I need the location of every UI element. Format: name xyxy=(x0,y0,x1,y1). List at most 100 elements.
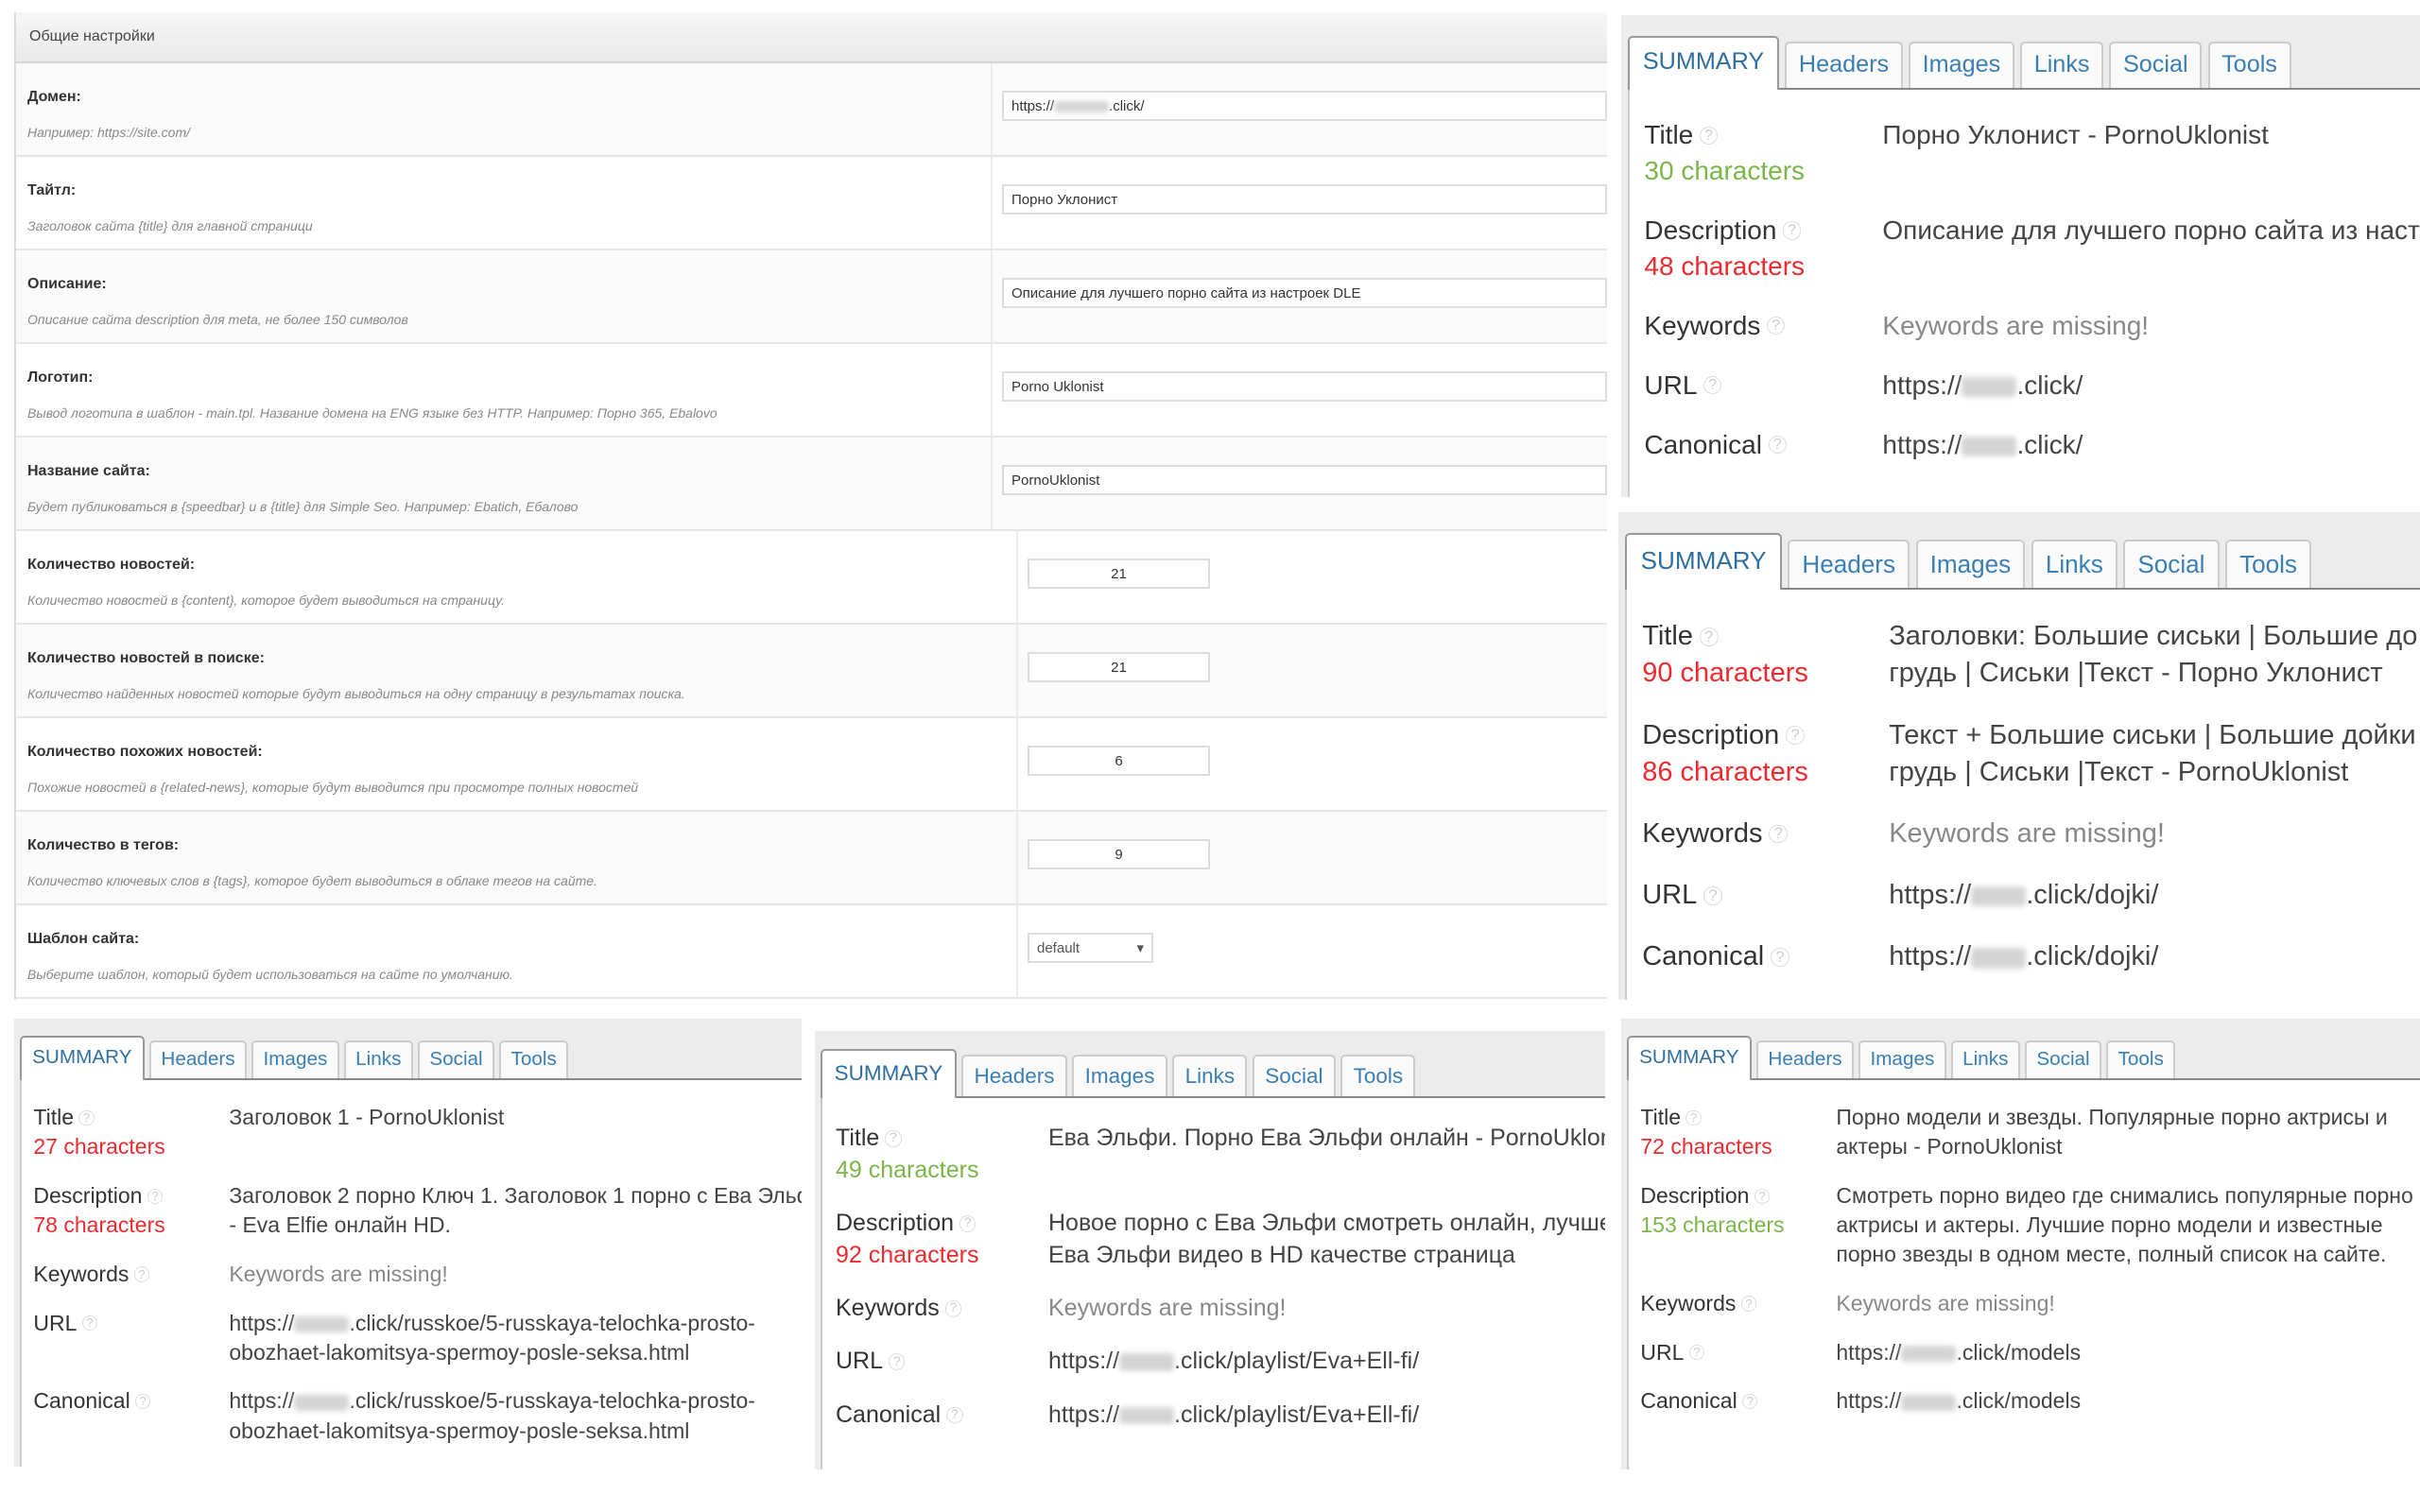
url-prefix: https:// xyxy=(1889,880,1972,911)
row-value: https:// .click/models xyxy=(1836,1386,2420,1416)
tab-social[interactable]: Social xyxy=(2024,1040,2102,1079)
question-circle-icon[interactable]: ? xyxy=(1766,317,1786,335)
tab-images[interactable]: Images xyxy=(1909,42,2014,88)
tab-links[interactable]: Links xyxy=(1172,1055,1248,1096)
question-circle-icon[interactable]: ? xyxy=(1699,126,1719,145)
question-circle-icon[interactable]: ? xyxy=(1685,1109,1702,1125)
question-circle-icon[interactable]: ? xyxy=(81,1315,98,1332)
url-value[interactable]: https:// .click/ xyxy=(1882,368,2420,404)
tab-social[interactable]: Social xyxy=(417,1040,495,1079)
text-input[interactable]: PornoUklonist xyxy=(1002,465,1607,495)
question-circle-icon[interactable]: ? xyxy=(946,1406,963,1424)
question-circle-icon[interactable]: ? xyxy=(1688,1345,1705,1361)
question-circle-icon[interactable]: ? xyxy=(135,1393,151,1410)
number-input[interactable]: 9 xyxy=(1028,839,1210,869)
redacted-domain xyxy=(1119,1353,1175,1372)
tab-headers[interactable]: Headers xyxy=(1788,540,1910,588)
tab-headers[interactable]: Headers xyxy=(1785,42,1903,88)
question-circle-icon[interactable]: ? xyxy=(885,1130,902,1147)
tab-summary[interactable]: SUMMARY xyxy=(1625,533,1782,590)
tab-social[interactable]: Social xyxy=(2123,540,2220,588)
url-value[interactable]: https:// .click/russkoe/5-russkaya-teloch… xyxy=(229,1309,802,1338)
question-circle-icon[interactable]: ? xyxy=(78,1109,95,1125)
tab-images[interactable]: Images xyxy=(251,1040,339,1079)
tab-summary[interactable]: SUMMARY xyxy=(821,1049,957,1098)
canonical-value[interactable]: https:// .click/playlist/Eva+Ell-fi/ xyxy=(1048,1400,1605,1432)
tab-social[interactable]: Social xyxy=(1252,1055,1336,1096)
question-circle-icon[interactable]: ? xyxy=(1768,436,1787,455)
canonical-value[interactable]: https:// .click/russkoe/5-russkaya-teloch… xyxy=(229,1386,802,1416)
keywords-missing-text: Keywords are missing! xyxy=(1889,817,2165,849)
tab-tools[interactable]: Tools xyxy=(1340,1055,1416,1096)
redacted-domain xyxy=(1901,1346,1957,1363)
question-circle-icon[interactable]: ? xyxy=(888,1353,906,1370)
setting-label: Описание: xyxy=(27,276,107,292)
text-input[interactable]: Порно Уклонист xyxy=(1002,184,1607,215)
tab-tools[interactable]: Tools xyxy=(2225,540,2312,588)
tab-links[interactable]: Links xyxy=(343,1040,413,1079)
tab-images[interactable]: Images xyxy=(1858,1040,1946,1079)
url-value[interactable]: https:// .click/playlist/Eva+Ell-fi/ xyxy=(1048,1346,1605,1378)
tab-links[interactable]: Links xyxy=(2031,540,2118,588)
question-circle-icon[interactable]: ? xyxy=(1699,627,1719,646)
keywords-missing-text: Keywords are missing! xyxy=(1836,1290,2055,1315)
text-input[interactable]: Porno Uklonist xyxy=(1002,371,1607,402)
question-circle-icon[interactable]: ? xyxy=(133,1266,150,1282)
tab-summary[interactable]: SUMMARY xyxy=(19,1035,145,1081)
tab-images[interactable]: Images xyxy=(1915,540,2026,588)
description-line: Смотреть порно видео где снимались попул… xyxy=(1836,1183,2413,1209)
question-circle-icon[interactable]: ? xyxy=(1786,726,1806,746)
question-circle-icon[interactable]: ? xyxy=(1769,824,1789,844)
canonical-value[interactable]: https:// .click/models xyxy=(1836,1386,2420,1416)
number-input[interactable]: 6 xyxy=(1028,746,1210,776)
row-value: https:// .click/playlist/Eva+Ell-fi/ xyxy=(1048,1400,1605,1432)
text-input[interactable]: Описание для лучшего порно сайта из наст… xyxy=(1002,278,1607,308)
canonical-value[interactable]: https:// .click/ xyxy=(1882,427,2420,463)
url-value-cont[interactable]: obozhaet-lakomitsya-spermoy-posle-seksa.… xyxy=(229,1338,802,1367)
row-label: Description? xyxy=(1642,717,1889,754)
keywords-missing-text: Keywords are missing! xyxy=(229,1261,448,1286)
tab-tools[interactable]: Tools xyxy=(2207,42,2291,88)
row-value: Keywords are missing! xyxy=(1882,308,2420,344)
tab-headers[interactable]: Headers xyxy=(961,1055,1067,1096)
tab-social[interactable]: Social xyxy=(2109,42,2203,88)
redacted-domain xyxy=(1971,947,2027,969)
tab-tools[interactable]: Tools xyxy=(499,1040,569,1079)
tab-headers[interactable]: Headers xyxy=(1756,1040,1854,1079)
canonical-value-cont[interactable]: obozhaet-lakomitsya-spermoy-posle-seksa.… xyxy=(229,1417,802,1446)
url-value[interactable]: https:// .click/dojki/ xyxy=(1889,877,2420,914)
tab-summary[interactable]: SUMMARY xyxy=(1626,1035,1752,1081)
text-input[interactable]: https:// .click/ xyxy=(1002,91,1607,121)
question-circle-icon[interactable]: ? xyxy=(1740,1296,1757,1312)
row-label: Title? xyxy=(1644,117,1882,153)
url-value[interactable]: https:// .click/models xyxy=(1836,1338,2420,1367)
question-circle-icon[interactable]: ? xyxy=(1742,1393,1758,1410)
number-input[interactable]: 21 xyxy=(1028,558,1210,589)
canonical-path: .click/playlist/Eva+Ell-fi/ xyxy=(1174,1400,1420,1428)
tab-links[interactable]: Links xyxy=(2020,42,2104,88)
settings-header: Общие настройки xyxy=(16,12,1607,63)
question-circle-icon[interactable]: ? xyxy=(1754,1188,1771,1204)
tab-tools[interactable]: Tools xyxy=(2106,1040,2176,1079)
question-circle-icon[interactable]: ? xyxy=(147,1188,164,1204)
question-circle-icon[interactable]: ? xyxy=(1703,376,1722,395)
label-url: URL xyxy=(1640,1339,1685,1365)
summary-row-description: Description? 92 characters Новое порно с Е… xyxy=(836,1208,1605,1272)
tab-images[interactable]: Images xyxy=(1072,1055,1167,1096)
setting-hint: Описание сайта description для meta, не … xyxy=(27,312,408,327)
canonical-value[interactable]: https:// .click/dojki/ xyxy=(1889,938,2420,975)
tab-summary[interactable]: SUMMARY xyxy=(1628,35,1780,90)
question-circle-icon[interactable]: ? xyxy=(1703,886,1722,905)
question-circle-icon[interactable]: ? xyxy=(959,1215,977,1232)
url-path: .click/models xyxy=(1956,1339,2082,1365)
summary-row-description: Description? 78 characters Заголовок 2 пор… xyxy=(33,1181,802,1240)
tab-links[interactable]: Links xyxy=(1950,1040,2020,1079)
question-circle-icon[interactable]: ? xyxy=(1783,221,1802,240)
row-value: Порно модели и звезды. Популярные порно … xyxy=(1836,1103,2420,1161)
question-circle-icon[interactable]: ? xyxy=(944,1300,962,1317)
question-circle-icon[interactable]: ? xyxy=(1771,948,1789,967)
summary-row-canonical: Canonical? https://.click/models xyxy=(1640,1386,2420,1416)
tab-headers[interactable]: Headers xyxy=(149,1040,247,1079)
template-select[interactable]: default ▾ xyxy=(1028,933,1153,963)
number-input[interactable]: 21 xyxy=(1028,652,1210,682)
